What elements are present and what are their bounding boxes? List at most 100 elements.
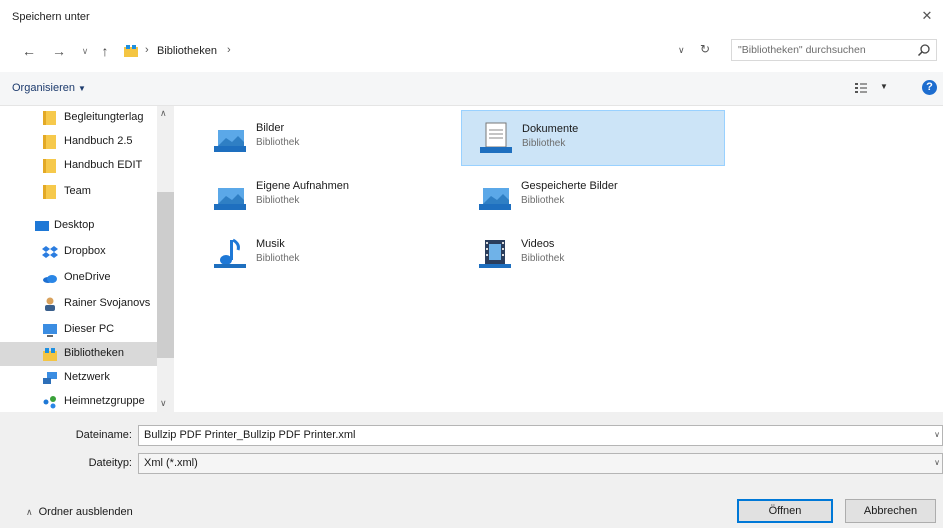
library-item-gespeicherte-bilder[interactable]: Gespeicherte Bilder Bibliothek bbox=[461, 168, 725, 224]
filetype-label: Dateityp: bbox=[88, 457, 132, 469]
chevron-down-icon[interactable]: ∨ bbox=[934, 458, 940, 467]
organize-button[interactable]: Organisieren ▼ bbox=[12, 82, 86, 94]
sidebar-item-heimnetzgruppe[interactable]: Heimnetzgruppe bbox=[0, 390, 160, 412]
sidebar-item-label: OneDrive bbox=[64, 271, 111, 283]
user-icon bbox=[45, 297, 55, 311]
library-name: Musik bbox=[256, 238, 285, 250]
scroll-down-icon[interactable]: ∨ bbox=[160, 398, 167, 409]
sidebar-item-label: Desktop bbox=[54, 219, 95, 231]
homegroup-icon bbox=[43, 396, 56, 409]
library-type: Bibliothek bbox=[522, 138, 566, 149]
breadcrumb-bibliotheken[interactable]: Bibliotheken bbox=[157, 45, 217, 57]
network-icon bbox=[43, 372, 57, 384]
close-icon[interactable]: ✕ bbox=[919, 8, 935, 24]
desktop-icon bbox=[35, 221, 49, 231]
library-item-dokumente[interactable]: Dokumente Bibliothek bbox=[461, 110, 725, 166]
sidebar-item-label: Handbuch EDIT bbox=[64, 159, 143, 171]
folder-icon bbox=[43, 135, 56, 149]
library-type: Bibliothek bbox=[256, 253, 300, 264]
folder-icon bbox=[43, 185, 56, 199]
search-input[interactable]: "Bibliotheken" durchsuchen bbox=[731, 39, 937, 61]
scroll-up-icon[interactable]: ∧ bbox=[160, 108, 167, 119]
sidebar-item-label: Netzwerk bbox=[64, 371, 110, 383]
filename-label: Dateiname: bbox=[75, 429, 132, 441]
pictures-library-icon bbox=[479, 188, 511, 210]
save-options-panel: Dateiname: Bullzip PDF Printer_Bullzip P… bbox=[0, 412, 943, 528]
library-type: Bibliothek bbox=[521, 195, 565, 206]
library-type: Bibliothek bbox=[256, 137, 300, 148]
library-item-eigene-aufnahmen[interactable]: Eigene Aufnahmen Bibliothek bbox=[196, 168, 460, 224]
sidebar-item-onedrive[interactable]: OneDrive bbox=[0, 266, 160, 290]
sidebar-scrollbar-thumb[interactable] bbox=[157, 192, 174, 358]
sidebar-item-label: Handbuch 2.5 bbox=[64, 135, 133, 147]
library-item-bilder[interactable]: Bilder Bibliothek bbox=[196, 110, 460, 166]
sidebar-item-label: Dropbox bbox=[64, 245, 106, 257]
forward-arrow-icon[interactable]: → bbox=[50, 42, 68, 60]
library-name: Dokumente bbox=[522, 123, 579, 135]
refresh-icon[interactable]: ↻ bbox=[700, 42, 710, 56]
filetype-select[interactable]: Xml (*.xml) ∨ bbox=[138, 453, 943, 474]
sidebar-item-begleitungterlag[interactable]: Begleitungterlag bbox=[0, 106, 160, 130]
documents-library-icon bbox=[480, 122, 512, 153]
breadcrumb-separator-icon[interactable]: › bbox=[227, 44, 231, 56]
chevron-up-icon: ∧ bbox=[26, 507, 33, 517]
library-item-musik[interactable]: Musik Bibliothek bbox=[196, 226, 460, 282]
filename-value: Bullzip PDF Printer_Bullzip PDF Printer.… bbox=[144, 429, 356, 441]
file-list: Bilder Bibliothek Dokumente Bibliothek E… bbox=[176, 106, 943, 412]
libraries-icon bbox=[43, 348, 57, 361]
sidebar-item-label: Dieser PC bbox=[64, 323, 115, 335]
search-placeholder: "Bibliotheken" durchsuchen bbox=[738, 44, 866, 56]
sidebar-item-dieser-pc[interactable]: Dieser PC bbox=[0, 318, 160, 342]
open-button[interactable]: Öffnen bbox=[737, 499, 833, 523]
onedrive-icon bbox=[43, 275, 57, 283]
address-bar[interactable]: › Bibliotheken › bbox=[118, 41, 722, 62]
view-options-icon[interactable] bbox=[854, 81, 868, 95]
recent-locations-chevron-icon[interactable]: ∨ bbox=[76, 42, 94, 60]
command-toolbar: Organisieren ▼ ▼ ? bbox=[0, 72, 943, 106]
search-icon[interactable] bbox=[917, 43, 931, 57]
computer-icon bbox=[43, 324, 57, 337]
hide-folders-button[interactable]: ∧ Ordner ausblenden bbox=[26, 506, 133, 518]
sidebar-item-netzwerk[interactable]: Netzwerk bbox=[0, 366, 160, 390]
chevron-down-icon[interactable]: ∨ bbox=[934, 430, 940, 439]
library-type: Bibliothek bbox=[256, 195, 300, 206]
sidebar-item-label: Begleitungterlag bbox=[64, 111, 144, 123]
library-name: Eigene Aufnahmen bbox=[256, 180, 349, 192]
breadcrumb-separator-icon[interactable]: › bbox=[145, 44, 149, 56]
library-name: Videos bbox=[521, 238, 555, 250]
pictures-library-icon bbox=[214, 188, 246, 210]
library-name: Gespeicherte Bilder bbox=[521, 180, 618, 192]
sidebar-item-desktop[interactable]: Desktop bbox=[0, 214, 160, 238]
library-type: Bibliothek bbox=[521, 253, 565, 264]
navigation-pane: Begleitungterlag Handbuch 2.5 Handbuch E… bbox=[0, 106, 176, 412]
sidebar-item-team[interactable]: Team bbox=[0, 180, 160, 204]
caret-down-icon: ▼ bbox=[77, 84, 86, 93]
sidebar-item-label: Team bbox=[64, 185, 91, 197]
sidebar-item-label: Heimnetzgruppe bbox=[64, 395, 145, 407]
address-dropdown-chevron-icon[interactable]: ∨ bbox=[678, 45, 685, 56]
folder-icon bbox=[43, 159, 56, 173]
title-bar: Speichern unter ✕ bbox=[0, 0, 943, 34]
videos-library-icon bbox=[479, 240, 511, 268]
libraries-icon bbox=[124, 45, 138, 57]
folder-icon bbox=[43, 111, 56, 125]
sidebar-item-dropbox[interactable]: Dropbox bbox=[0, 240, 160, 264]
up-arrow-icon[interactable]: ↑ bbox=[96, 42, 114, 60]
music-library-icon bbox=[214, 238, 246, 268]
library-item-videos[interactable]: Videos Bibliothek bbox=[461, 226, 725, 282]
dropbox-icon bbox=[42, 246, 58, 258]
help-icon[interactable]: ? bbox=[922, 80, 937, 95]
filename-field[interactable]: Bullzip PDF Printer_Bullzip PDF Printer.… bbox=[138, 425, 943, 446]
cancel-button[interactable]: Abbrechen bbox=[845, 499, 936, 523]
sidebar-item-label: Rainer Svojanovs bbox=[64, 297, 151, 309]
sidebar-item-handbuch-25[interactable]: Handbuch 2.5 bbox=[0, 130, 160, 154]
sidebar-item-user[interactable]: Rainer Svojanovs bbox=[0, 292, 160, 316]
back-arrow-icon[interactable]: ← bbox=[20, 42, 38, 60]
pictures-library-icon bbox=[214, 130, 246, 152]
sidebar-item-bibliotheken[interactable]: Bibliotheken bbox=[0, 342, 160, 366]
view-caret-down-icon[interactable]: ▼ bbox=[880, 82, 888, 91]
sidebar-item-handbuch-edit[interactable]: Handbuch EDIT bbox=[0, 154, 160, 178]
window-title: Speichern unter bbox=[12, 11, 90, 23]
sidebar-item-label: Bibliotheken bbox=[64, 347, 124, 359]
filetype-value: Xml (*.xml) bbox=[144, 457, 198, 469]
